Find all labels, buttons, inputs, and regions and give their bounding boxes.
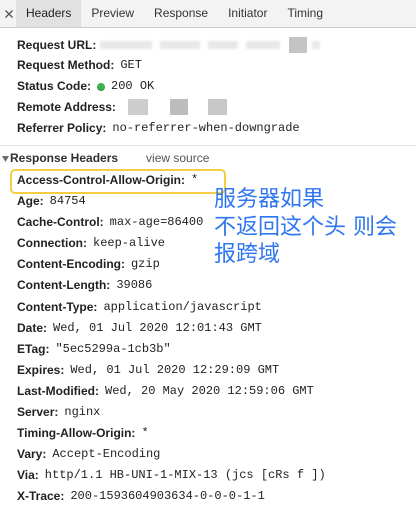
tab-bar: Headers Preview Response Initiator Timin… [0, 0, 416, 28]
header-row: Server: nginx [0, 402, 416, 423]
header-value: http/1.1 HB-UNI-1-MIX-13 (jcs [cRs f ]) [44, 468, 326, 483]
header-name: Timing-Allow-Origin: [17, 426, 136, 441]
annotation-line: 不返回这个头 则会 [214, 214, 397, 240]
tab-response[interactable]: Response [144, 0, 218, 27]
redacted-url-text [160, 41, 200, 50]
section-title: Response Headers [10, 151, 119, 165]
header-name: Connection: [17, 236, 87, 251]
view-source-link[interactable]: view source [146, 147, 209, 170]
referrer-policy-row: Referrer Policy: no-referrer-when-downgr… [0, 118, 416, 139]
request-method-row: Request Method: GET [0, 55, 416, 76]
tab-headers[interactable]: Headers [16, 0, 82, 27]
header-name: Cache-Control: [17, 215, 104, 230]
header-value: keep-alive [93, 236, 166, 251]
header-name: Access-Control-Allow-Origin: [17, 173, 186, 187]
request-url-row: Request URL: [0, 35, 416, 56]
header-name: Referrer Policy: [17, 120, 107, 135]
header-name: Via: [17, 468, 39, 483]
header-value: gzip [130, 257, 160, 272]
header-value: * [141, 426, 149, 441]
header-value: Wed, 20 May 2020 12:59:06 GMT [105, 383, 314, 398]
response-headers-title-row[interactable]: Response Headers view source [0, 147, 416, 170]
header-name: ETag: [17, 341, 50, 356]
header-value: Wed, 01 Jul 2020 12:01:43 GMT [53, 320, 262, 335]
header-value: application/javascript [103, 299, 262, 314]
header-name: Content-Length: [17, 278, 111, 293]
close-icon[interactable] [4, 9, 14, 19]
redacted-address-block [170, 99, 188, 116]
header-value: 200 OK [111, 79, 155, 94]
header-row: Timing-Allow-Origin: * [0, 423, 416, 444]
redacted-url-text [246, 41, 280, 50]
header-row: ETag: "5ec5299a-1cb3b" [0, 339, 416, 360]
redacted-url-text [100, 41, 152, 50]
redacted-url-text [208, 41, 238, 50]
redacted-address-block [208, 99, 227, 116]
annotation-line: 报跨域 [214, 242, 281, 267]
header-row: X-Trace: 200-1593604903634-0-0-0-1-1 [0, 486, 416, 507]
header-row: Vary: Accept-Encoding [0, 444, 416, 465]
redacted-url-text [312, 41, 320, 50]
header-value: * [191, 173, 199, 187]
header-name: Request URL: [17, 37, 97, 52]
header-name: Last-Modified: [17, 383, 99, 398]
annotation-text: 服务器如果 不返回这个头 则会 报跨域 [214, 186, 414, 269]
header-name: Expires: [17, 362, 65, 377]
header-value: max-age=86400 [109, 215, 204, 230]
section-divider [0, 145, 416, 146]
header-name: Age: [17, 194, 44, 209]
annotation-line: 服务器如果 [214, 187, 325, 212]
header-value: 200-1593604903634-0-0-0-1-1 [70, 489, 265, 504]
tab-preview[interactable]: Preview [81, 0, 144, 27]
header-value: 84754 [49, 194, 86, 209]
header-row: Content-Length: 39086 [0, 275, 416, 296]
header-value: Wed, 01 Jul 2020 12:29:09 GMT [70, 362, 280, 377]
header-name: Server: [17, 405, 59, 420]
header-row: Expires: Wed, 01 Jul 2020 12:29:09 GMT [0, 360, 416, 381]
header-value: no-referrer-when-downgrade [112, 120, 300, 135]
status-code-row: Status Code: 200 OK [0, 76, 416, 97]
header-name: X-Trace: [17, 489, 65, 504]
redacted-address-block [128, 99, 148, 116]
status-ok-dot-icon [97, 82, 106, 91]
header-value: 39086 [116, 278, 153, 293]
header-name: Content-Type: [17, 299, 98, 314]
header-name: Status Code: [17, 79, 92, 94]
header-name: Request Method: [17, 58, 115, 73]
tab-timing[interactable]: Timing [277, 0, 333, 27]
header-name: Vary: [17, 447, 47, 462]
header-row: Last-Modified: Wed, 20 May 2020 12:59:06… [0, 381, 416, 402]
tab-list: Headers Preview Response Initiator Timin… [16, 0, 333, 27]
header-value: nginx [64, 405, 101, 420]
header-value: GET [120, 58, 142, 73]
header-value: Accept-Encoding [52, 447, 161, 462]
header-row: Via: http/1.1 HB-UNI-1-MIX-13 (jcs [cRs … [0, 465, 416, 486]
general-section: Request URL: Request Method: GET Status … [0, 35, 416, 139]
remote-address-row: Remote Address: [0, 97, 416, 118]
header-row: Date: Wed, 01 Jul 2020 12:01:43 GMT [0, 318, 416, 339]
redacted-url-block [289, 36, 307, 53]
header-value: "5ec5299a-1cb3b" [55, 341, 171, 356]
header-name: Date: [17, 320, 48, 335]
header-name: Content-Encoding: [17, 257, 125, 272]
header-name: Remote Address: [17, 99, 116, 114]
triangle-down-icon[interactable] [2, 156, 9, 162]
tab-initiator[interactable]: Initiator [218, 0, 277, 27]
header-row: Content-Type: application/javascript [0, 297, 416, 318]
